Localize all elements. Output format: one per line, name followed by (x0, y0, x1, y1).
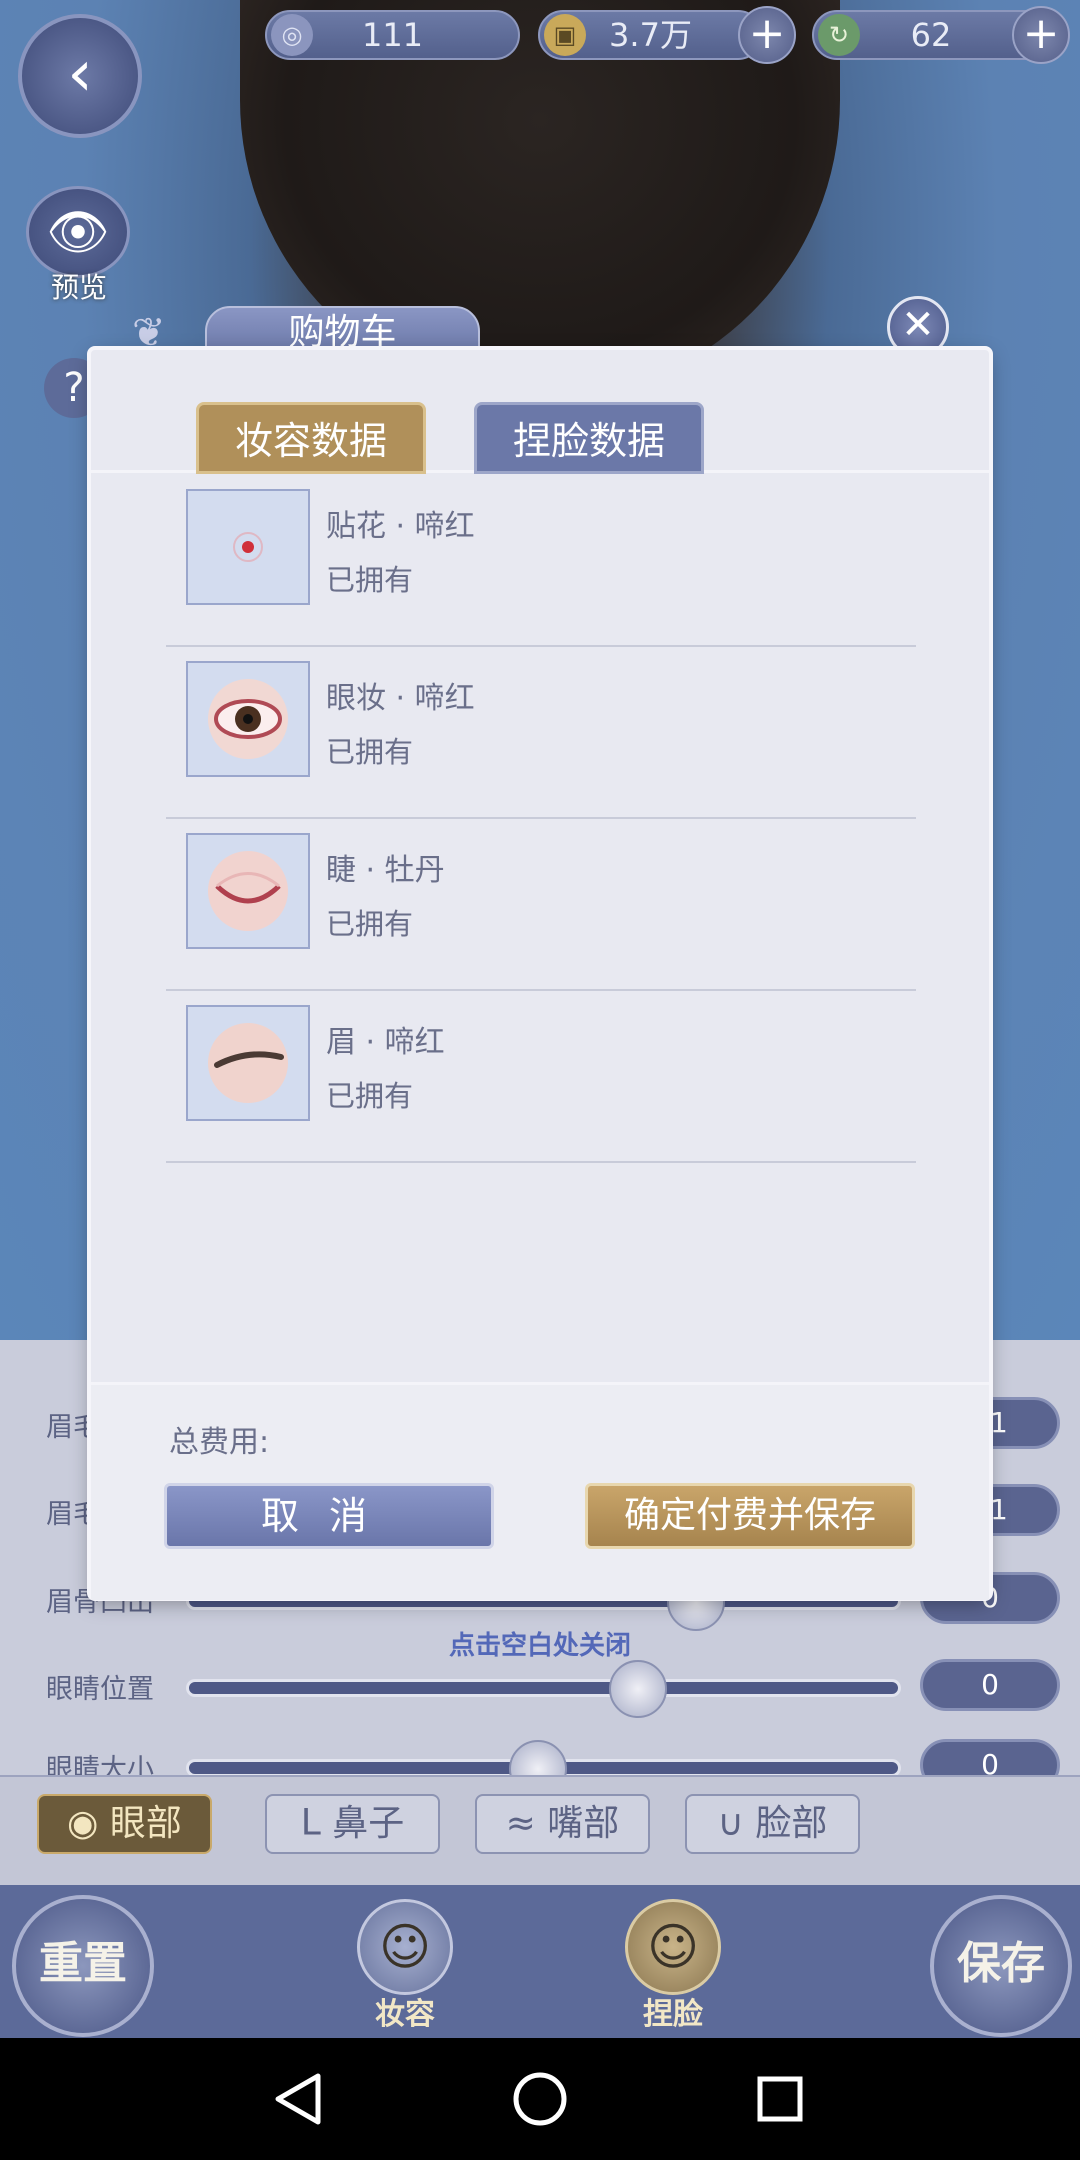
item-status: 已拥有 (326, 907, 414, 941)
tab-label: 脸部 (755, 1803, 828, 1844)
face-edit-button[interactable]: ☺ 捏脸 (618, 1899, 728, 2032)
tab-eyes[interactable]: ◉ 眼部 (37, 1794, 212, 1854)
tap-outside-hint[interactable]: 点击空白处关闭 (0, 1625, 1080, 1662)
slider-label: 眼睛位置 (46, 1674, 154, 1705)
slider-knob[interactable] (609, 1660, 667, 1718)
confirm-pay-save-button[interactable]: 确定付费并保存 (585, 1483, 915, 1549)
tab-face[interactable]: ∪ 脸部 (685, 1794, 860, 1854)
close-icon[interactable]: ✕ (887, 296, 949, 358)
silver-counter: ◎ 111 (265, 10, 520, 60)
list-item[interactable]: 睫 · 牡丹 已拥有 (166, 819, 916, 991)
slider-label: 眼睛大小 (46, 1754, 154, 1775)
category-tab-bar: ◉ 眼部 ᒪ 鼻子 ≈ 嘴部 ∪ 脸部 (0, 1775, 1080, 1887)
eyelash-icon (186, 833, 310, 949)
list-item[interactable]: 眼妆 · 啼红 已拥有 (166, 647, 916, 819)
eyebrow-icon (186, 1005, 310, 1121)
back-arrow-icon: ‹ (67, 37, 93, 111)
tab-label: 鼻子 (332, 1803, 405, 1844)
tab-nose[interactable]: ᒪ 鼻子 (265, 1794, 440, 1854)
slider-track[interactable] (186, 1660, 901, 1718)
cart-item-list: 贴花 · 啼红 已拥有 眼妆 · 啼红 已拥有 睫 · 牡丹 已拥有 眉 · 啼… (166, 475, 916, 1163)
slider-value[interactable]: 0 (920, 1659, 1060, 1711)
item-status: 已拥有 (326, 563, 414, 597)
face-icon: ∪ (717, 1803, 744, 1844)
home-icon[interactable] (470, 2038, 610, 2160)
slider-track[interactable] (186, 1740, 901, 1775)
slider-value[interactable]: 0 (920, 1739, 1060, 1775)
coin-counter: ▣ 3.7万 (538, 10, 763, 60)
tab-face-data[interactable]: 捏脸数据 (474, 402, 704, 474)
recents-icon[interactable] (710, 2038, 850, 2160)
coin-value: 3.7万 (609, 16, 692, 54)
save-button[interactable]: 保存 (930, 1895, 1072, 2037)
tab-header: 妆容数据 捏脸数据 (91, 350, 989, 474)
item-name: 眉 · 啼红 (326, 1025, 445, 1060)
stamina-value: 62 (910, 16, 952, 54)
stamina-icon: ↻ (818, 14, 860, 56)
item-status: 已拥有 (326, 1079, 414, 1113)
preview-label: 预览 (50, 271, 107, 304)
makeup-icon: ☺ (357, 1899, 453, 1995)
eye-makeup-icon (186, 661, 310, 777)
item-name: 睫 · 牡丹 (326, 853, 445, 888)
add-stamina-button[interactable]: + (1012, 6, 1070, 64)
eye-preview-icon: 👁 (26, 186, 130, 278)
tab-makeup-data[interactable]: 妆容数据 (196, 402, 426, 474)
tab-mouth[interactable]: ≈ 嘴部 (475, 1794, 650, 1854)
silver-value: 111 (361, 16, 424, 54)
item-name: 贴花 · 啼红 (326, 509, 475, 544)
list-item[interactable]: 贴花 · 啼红 已拥有 (166, 475, 916, 647)
tab-label: 眼部 (109, 1803, 182, 1844)
resource-bar: ◎ 111 ▣ 3.7万 + ↻ 62 + (0, 6, 1080, 64)
makeup-button[interactable]: ☺ 妆容 (350, 1899, 460, 2032)
tab-label: 嘴部 (547, 1803, 620, 1844)
list-item[interactable]: 眉 · 啼红 已拥有 (166, 991, 916, 1163)
total-cost-label: 总费用: (169, 1425, 270, 1460)
nose-icon: ᒪ (300, 1803, 321, 1844)
back-icon[interactable] (230, 2038, 370, 2160)
face-edit-label: 捏脸 (643, 1997, 703, 2032)
coin-icon: ▣ (544, 14, 586, 56)
cancel-button[interactable]: 取消 (164, 1483, 494, 1549)
add-coins-button[interactable]: + (738, 6, 796, 64)
item-name: 眼妆 · 啼红 (326, 681, 475, 716)
item-status: 已拥有 (326, 735, 414, 769)
slider-knob[interactable] (509, 1740, 567, 1775)
dialog-footer: 总费用: 取消 确定付费并保存 (91, 1382, 989, 1600)
silver-icon: ◎ (271, 14, 313, 56)
slider-row: 眼睛位置 0 (0, 1657, 1080, 1718)
bottom-nav: 重置 ☺ 妆容 ☺ 捏脸 保存 (0, 1885, 1080, 2038)
system-nav-bar (0, 2038, 1080, 2160)
modal-title: 购物车 (205, 306, 480, 356)
preview-button[interactable]: 👁 预览 (26, 186, 132, 304)
face-edit-icon: ☺ (625, 1899, 721, 1995)
makeup-label: 妆容 (375, 1997, 435, 2032)
slider-row: 眼睛大小 0 (0, 1737, 1080, 1775)
shopping-cart-dialog: 妆容数据 捏脸数据 贴花 · 啼红 已拥有 眼妆 · 啼红 已拥有 睫 · 牡丹… (91, 350, 989, 1600)
eye-icon: ◉ (67, 1803, 99, 1844)
decal-icon (186, 489, 310, 605)
reset-button[interactable]: 重置 (12, 1895, 154, 2037)
back-button[interactable]: ‹ (18, 14, 142, 138)
mouth-icon: ≈ (505, 1803, 536, 1844)
